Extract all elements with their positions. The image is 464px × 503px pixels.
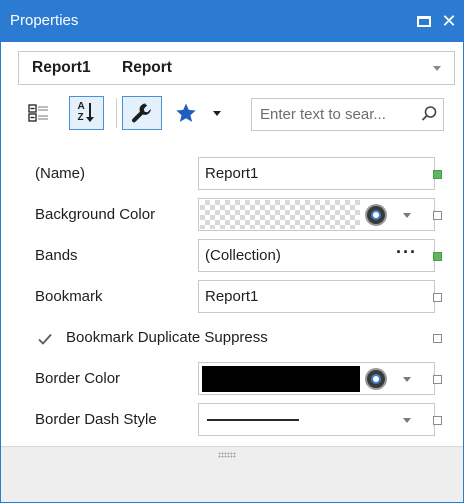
title-bar: Properties ✕ bbox=[1, 1, 463, 42]
chevron-down-icon[interactable] bbox=[403, 418, 411, 423]
property-label: Bookmark bbox=[35, 288, 103, 305]
border-dash-style-select[interactable] bbox=[198, 403, 435, 436]
modified-marker bbox=[433, 252, 442, 261]
bands-collection-editor[interactable]: (Collection) ··· bbox=[198, 239, 435, 272]
maximize-button[interactable] bbox=[413, 9, 435, 33]
property-value: Report1 bbox=[205, 165, 259, 182]
chevron-down-icon[interactable] bbox=[403, 213, 411, 218]
properties-button[interactable] bbox=[122, 96, 162, 130]
property-row-name: (Name) Report1 bbox=[18, 157, 458, 193]
window-title: Properties bbox=[10, 12, 79, 29]
background-color-editor[interactable] bbox=[198, 198, 435, 231]
property-row-border-color: Border Color bbox=[18, 362, 458, 398]
property-label: Border Color bbox=[35, 370, 121, 387]
object-type: Report bbox=[122, 59, 172, 76]
search-icon[interactable] bbox=[420, 105, 438, 123]
property-label: Bookmark Duplicate Suppress bbox=[66, 329, 268, 346]
wrench-icon bbox=[131, 103, 151, 123]
properties-window: Properties ✕ Report1 Report AZ Enter tex… bbox=[0, 0, 464, 503]
close-button[interactable]: ✕ bbox=[438, 9, 460, 33]
property-label: Bands bbox=[35, 247, 78, 264]
star-icon bbox=[176, 103, 196, 122]
solid-line-preview bbox=[207, 419, 299, 421]
property-label: Background Color bbox=[35, 206, 156, 223]
toolbar-separator bbox=[116, 98, 117, 128]
property-value: (Collection) bbox=[205, 247, 281, 264]
property-label: (Name) bbox=[35, 165, 86, 182]
property-label: Border Dash Style bbox=[35, 411, 157, 428]
maximize-icon bbox=[417, 15, 431, 27]
default-marker bbox=[433, 416, 442, 425]
resize-grip-icon[interactable] bbox=[218, 452, 236, 458]
search-box[interactable] bbox=[251, 98, 444, 131]
categorized-view-button[interactable] bbox=[25, 96, 53, 130]
chevron-down-icon[interactable] bbox=[403, 377, 411, 382]
sort-az-icon: AZ bbox=[75, 101, 99, 125]
caret-down-icon bbox=[213, 110, 221, 116]
property-row-background-color: Background Color bbox=[18, 198, 458, 234]
description-panel bbox=[1, 446, 463, 502]
color-picker-icon[interactable] bbox=[365, 368, 387, 390]
categorized-icon bbox=[28, 104, 48, 122]
object-name: Report1 bbox=[32, 59, 91, 76]
default-marker bbox=[433, 211, 442, 220]
ellipsis-button[interactable]: ··· bbox=[396, 242, 417, 263]
color-picker-icon[interactable] bbox=[365, 204, 387, 226]
property-row-bookmark: Bookmark Report1 bbox=[18, 280, 458, 316]
checkbox-checked-icon[interactable] bbox=[37, 331, 53, 347]
color-swatch bbox=[202, 366, 360, 392]
property-row-bands: Bands (Collection) ··· bbox=[18, 239, 458, 275]
name-field[interactable]: Report1 bbox=[198, 157, 435, 190]
search-input[interactable] bbox=[252, 99, 417, 130]
property-row-bookmark-duplicate-suppress: Bookmark Duplicate Suppress bbox=[18, 321, 458, 357]
border-color-editor[interactable] bbox=[198, 362, 435, 395]
default-marker bbox=[433, 334, 442, 343]
property-value: Report1 bbox=[205, 288, 259, 305]
bookmark-field[interactable]: Report1 bbox=[198, 280, 435, 313]
object-selector[interactable]: Report1 Report bbox=[18, 51, 455, 85]
default-marker bbox=[433, 293, 442, 302]
transparent-swatch bbox=[200, 200, 360, 229]
alphabetical-sort-button[interactable]: AZ bbox=[69, 96, 104, 130]
modified-marker bbox=[433, 170, 442, 179]
default-marker bbox=[433, 375, 442, 384]
chevron-down-icon[interactable] bbox=[433, 66, 441, 71]
favorites-dropdown-button[interactable] bbox=[207, 96, 227, 130]
property-row-border-dash-style: Border Dash Style bbox=[18, 403, 458, 439]
favorites-button[interactable] bbox=[171, 96, 201, 130]
close-icon: ✕ bbox=[441, 11, 457, 31]
